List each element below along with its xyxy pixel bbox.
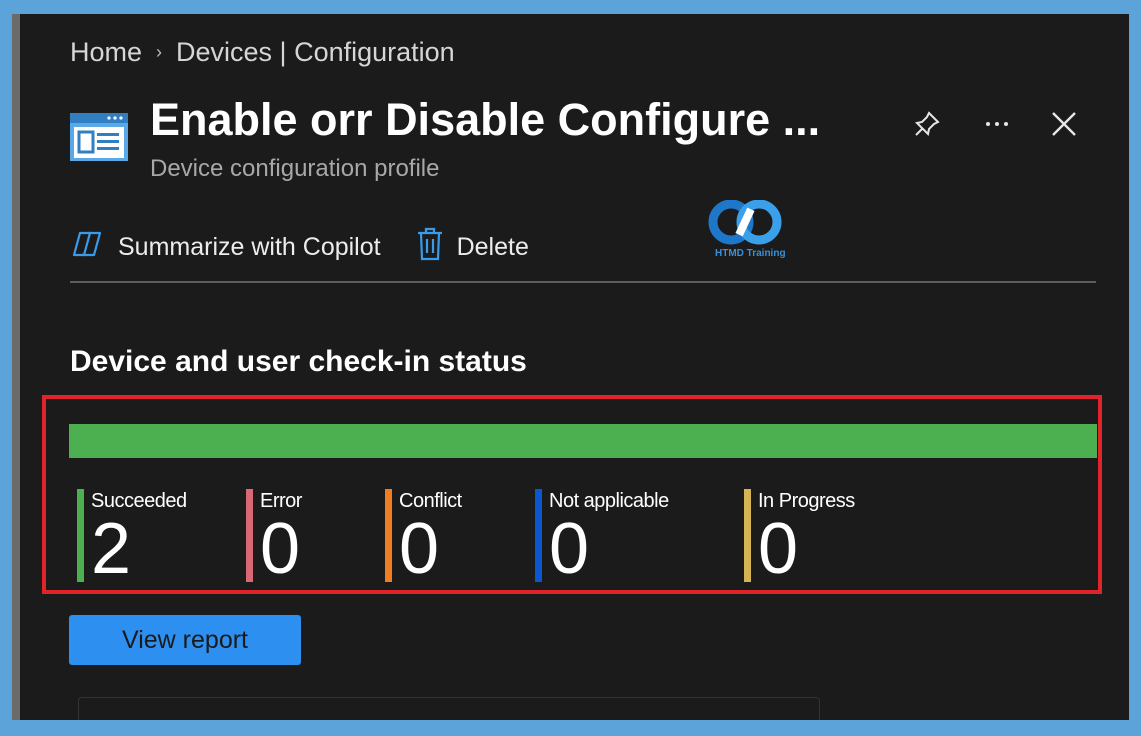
- more-icon[interactable]: [977, 104, 1017, 144]
- trash-icon: [415, 227, 445, 268]
- stat-conflict[interactable]: Conflict 0: [385, 489, 515, 589]
- stat-error-stripe: [246, 489, 253, 582]
- status-progress-bar: [69, 424, 1097, 458]
- stat-not-applicable-stripe: [535, 489, 542, 582]
- page-subtitle: Device configuration profile: [150, 155, 440, 182]
- blade-panel: Home › Devices | Configuration Enable or…: [12, 14, 1129, 720]
- copilot-label: Summarize with Copilot: [118, 232, 381, 261]
- close-icon[interactable]: [1044, 104, 1084, 144]
- breadcrumb-separator: ›: [156, 41, 163, 62]
- breadcrumb-current[interactable]: Devices | Configuration: [176, 37, 455, 68]
- bottom-card: [78, 697, 820, 720]
- page-title: Enable orr Disable Configure ...: [150, 94, 821, 145]
- stat-conflict-stripe: [385, 489, 392, 582]
- left-rail: [12, 14, 20, 720]
- config-profile-icon: [69, 112, 129, 162]
- breadcrumb: Home › Devices | Configuration: [70, 34, 455, 70]
- stat-not-applicable[interactable]: Not applicable 0: [535, 489, 725, 589]
- stat-not-applicable-value: 0: [549, 509, 590, 589]
- stat-error[interactable]: Error 0: [246, 489, 366, 589]
- toolbar-divider: [70, 281, 1096, 283]
- watermark-text: HTMD Training: [715, 248, 786, 259]
- stat-succeeded[interactable]: Succeeded 2: [77, 489, 227, 589]
- summarize-copilot-button[interactable]: Summarize with Copilot: [70, 229, 381, 266]
- stat-error-value: 0: [260, 509, 301, 589]
- stat-succeeded-value: 2: [91, 509, 132, 589]
- breadcrumb-home[interactable]: Home: [70, 37, 142, 68]
- delete-label: Delete: [456, 232, 529, 261]
- delete-button[interactable]: Delete: [415, 227, 529, 268]
- stat-in-progress-value: 0: [758, 509, 799, 589]
- stat-conflict-value: 0: [399, 509, 440, 589]
- copilot-icon: [70, 229, 106, 266]
- command-bar: Summarize with Copilot Delete: [70, 222, 529, 272]
- htmd-watermark-logo: HTMD Training: [705, 199, 795, 270]
- stat-succeeded-stripe: [77, 489, 84, 582]
- view-report-button[interactable]: View report: [69, 615, 301, 665]
- stat-in-progress[interactable]: In Progress 0: [744, 489, 904, 589]
- stat-in-progress-stripe: [744, 489, 751, 582]
- pin-icon[interactable]: [907, 104, 947, 144]
- section-title: Device and user check-in status: [70, 345, 527, 378]
